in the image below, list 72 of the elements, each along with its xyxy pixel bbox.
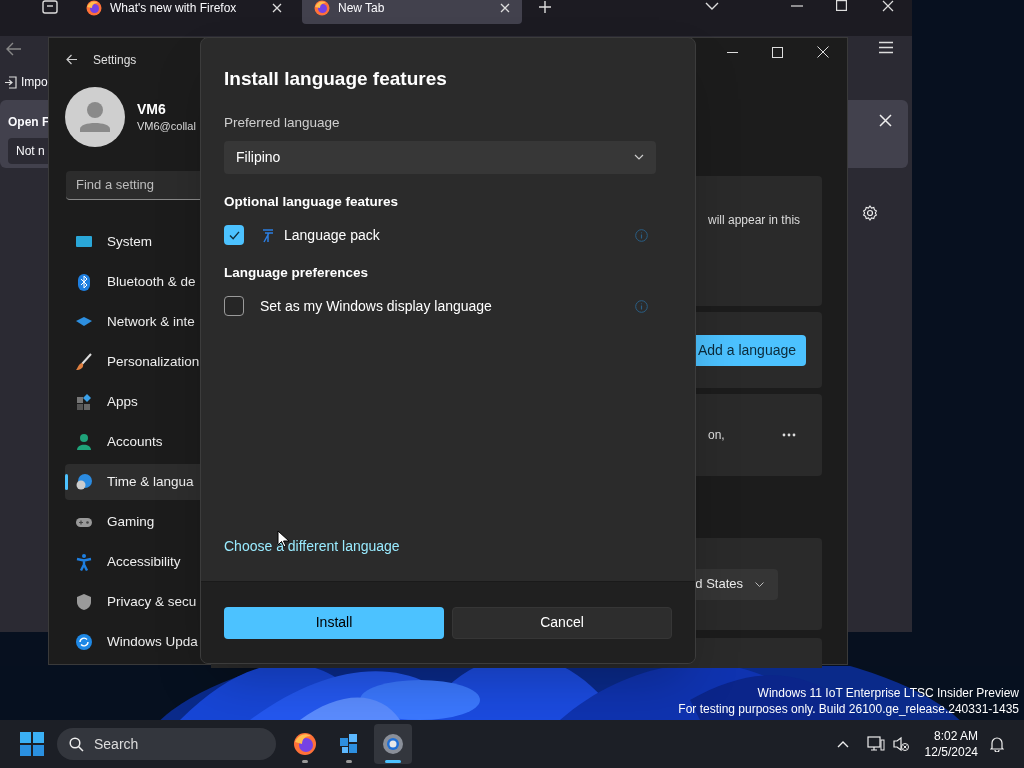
section-heading: Optional language features [224,192,400,211]
nav-item[interactable]: Accounts [65,424,201,460]
chevron-up-icon[interactable] [836,740,849,748]
firefox-logo-icon [293,732,317,756]
person-icon [75,433,93,451]
section-heading: Language preferences [224,264,370,282]
nav-item[interactable]: Apps [65,384,201,420]
close-icon[interactable] [272,3,282,13]
close-icon[interactable] [879,114,892,127]
bluetooth-icon [75,273,93,291]
taskbar-search[interactable]: Search [57,728,276,760]
import-icon [4,75,17,89]
browser-tab[interactable]: New Tab [302,0,522,24]
start-icon[interactable] [20,732,44,756]
chevron-down-icon [755,581,764,587]
install-button[interactable]: Install [224,606,444,639]
chevron-down-icon [634,154,644,161]
paintbrush-icon [75,353,93,371]
avatar-icon [65,87,125,148]
user-name: VM6 [137,100,167,119]
selection-indicator [65,474,68,490]
refresh-icon [75,633,93,651]
notification-bell-icon[interactable] [990,736,1004,752]
back-arrow-icon[interactable] [66,54,78,65]
nav-item[interactable]: Accessibility [65,544,201,580]
cancel-button[interactable]: Cancel [452,606,672,639]
nav-item[interactable]: Bluetooth & de [65,264,201,300]
search-icon [69,736,84,752]
apps-icon [75,393,93,411]
nav-item[interactable]: Time & langua [65,464,201,500]
maximize-icon[interactable] [772,46,783,58]
window-title: Settings [93,51,137,69]
option-label: Language pack [284,225,380,245]
dialog-title: Install language features [224,67,448,91]
search-field[interactable]: Find a setting [66,170,201,200]
desktop-notice-text: For testing purposes only. Build 26100.ge_release.240331-1435 [678,701,1019,717]
speaker-muted-icon[interactable] [892,736,909,752]
desktop-notice-text: Windows 11 IoT Enterprise LTSC Insider Preview [757,685,1019,701]
nav-item[interactable]: Windows Upda [65,624,201,660]
chevron-down-icon[interactable] [705,2,719,10]
nav-item[interactable]: Gaming [65,504,201,540]
nav-item[interactable]: Privacy & secu [65,584,201,620]
nav-item[interactable]: Network & inte [65,304,201,340]
option-label: Set as my Windows display language [260,296,492,316]
menu-icon[interactable] [878,41,894,54]
close-icon[interactable] [817,46,829,58]
shield-icon [75,593,93,611]
nav-item[interactable]: System [65,224,201,260]
accessibility-icon [75,553,93,571]
check-icon [228,230,240,240]
language-icon [260,227,276,243]
browser-logo-icon [86,0,102,16]
taskbar-app[interactable] [374,724,412,764]
clock[interactable]: 8:02 AM 12/5/2024 [924,728,978,760]
notification-button[interactable]: Not n [8,138,48,164]
more-options-icon[interactable] [782,433,796,437]
language-dropdown[interactable]: Filipino [224,140,656,174]
close-icon[interactable] [882,0,894,12]
close-icon[interactable] [500,3,510,13]
card-description: on, [708,427,725,444]
checkbox[interactable] [224,296,244,317]
browser-tab[interactable]: What's new with Firefox [74,0,294,24]
user-email: VM6@collal [137,119,196,135]
nav-item[interactable]: Personalization [65,344,201,380]
card-description: will appear in this [708,212,801,229]
browser-logo-icon [314,0,330,16]
field-label: Preferred language [224,113,341,132]
new-tab-icon[interactable] [538,0,552,14]
maximize-icon[interactable] [836,0,847,11]
tab-list-icon[interactable] [41,0,59,16]
bookmark-item[interactable]: Impo [4,73,48,91]
checkbox[interactable] [224,225,244,245]
